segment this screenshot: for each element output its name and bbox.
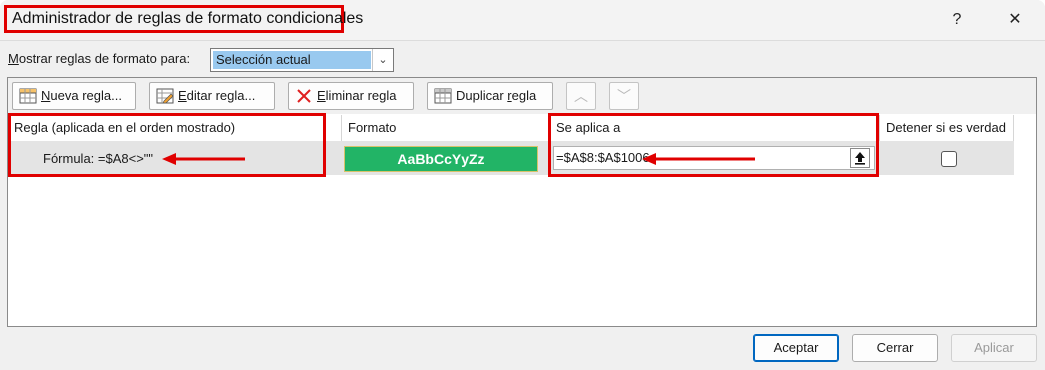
show-rules-label: Mostrar reglas de formato para: bbox=[8, 51, 191, 66]
duplicate-rule-icon bbox=[434, 88, 452, 104]
edit-rule-button[interactable]: Editar regla... bbox=[149, 82, 275, 110]
edit-rule-label: Editar regla... bbox=[178, 88, 256, 103]
delete-icon bbox=[297, 89, 311, 103]
help-button[interactable]: ? bbox=[942, 8, 972, 32]
new-rule-icon bbox=[19, 88, 37, 104]
show-rules-select[interactable]: Selección actual ⌄ bbox=[210, 48, 394, 72]
move-down-button[interactable]: ﹀ bbox=[609, 82, 639, 110]
format-preview: AaBbCcYyZz bbox=[344, 146, 538, 172]
delete-rule-label: Eliminar regla bbox=[317, 88, 397, 103]
stop-if-true-checkbox[interactable] bbox=[941, 151, 957, 167]
new-rule-label: Nueva regla... bbox=[41, 88, 122, 103]
ok-button[interactable]: Aceptar bbox=[753, 334, 839, 362]
dialog-title: Administrador de reglas de formato condi… bbox=[4, 5, 363, 33]
rules-toolbar: Nueva regla... Editar regla... Eliminar … bbox=[8, 78, 1036, 114]
duplicate-rule-label: Duplicar regla bbox=[456, 88, 537, 103]
annotation-arrow-applies bbox=[642, 153, 755, 165]
close-icon[interactable]: ✕ bbox=[1000, 8, 1030, 32]
chevron-down-icon: ﹀ bbox=[617, 88, 631, 104]
chevron-up-icon: ︿ bbox=[574, 88, 588, 104]
edit-rule-icon bbox=[156, 88, 174, 104]
move-up-button[interactable]: ︿ bbox=[566, 82, 596, 110]
duplicate-rule-button[interactable]: Duplicar regla bbox=[427, 82, 553, 110]
header-stop-if-true[interactable]: Detener si es verdad bbox=[880, 115, 1014, 141]
header-format[interactable]: Formato bbox=[342, 115, 550, 141]
title-bar: Administrador de reglas de formato condi… bbox=[0, 0, 1045, 41]
apply-button[interactable]: Aplicar bbox=[951, 334, 1037, 362]
new-rule-button[interactable]: Nueva regla... bbox=[12, 82, 136, 110]
conditional-format-dialog: Administrador de reglas de formato condi… bbox=[0, 0, 1045, 370]
annotation-arrow-rule bbox=[162, 153, 245, 165]
delete-rule-button[interactable]: Eliminar regla bbox=[288, 82, 414, 110]
show-rules-selected: Selección actual bbox=[213, 51, 371, 69]
close-button[interactable]: Cerrar bbox=[852, 334, 938, 362]
chevron-down-icon[interactable]: ⌄ bbox=[372, 49, 393, 71]
